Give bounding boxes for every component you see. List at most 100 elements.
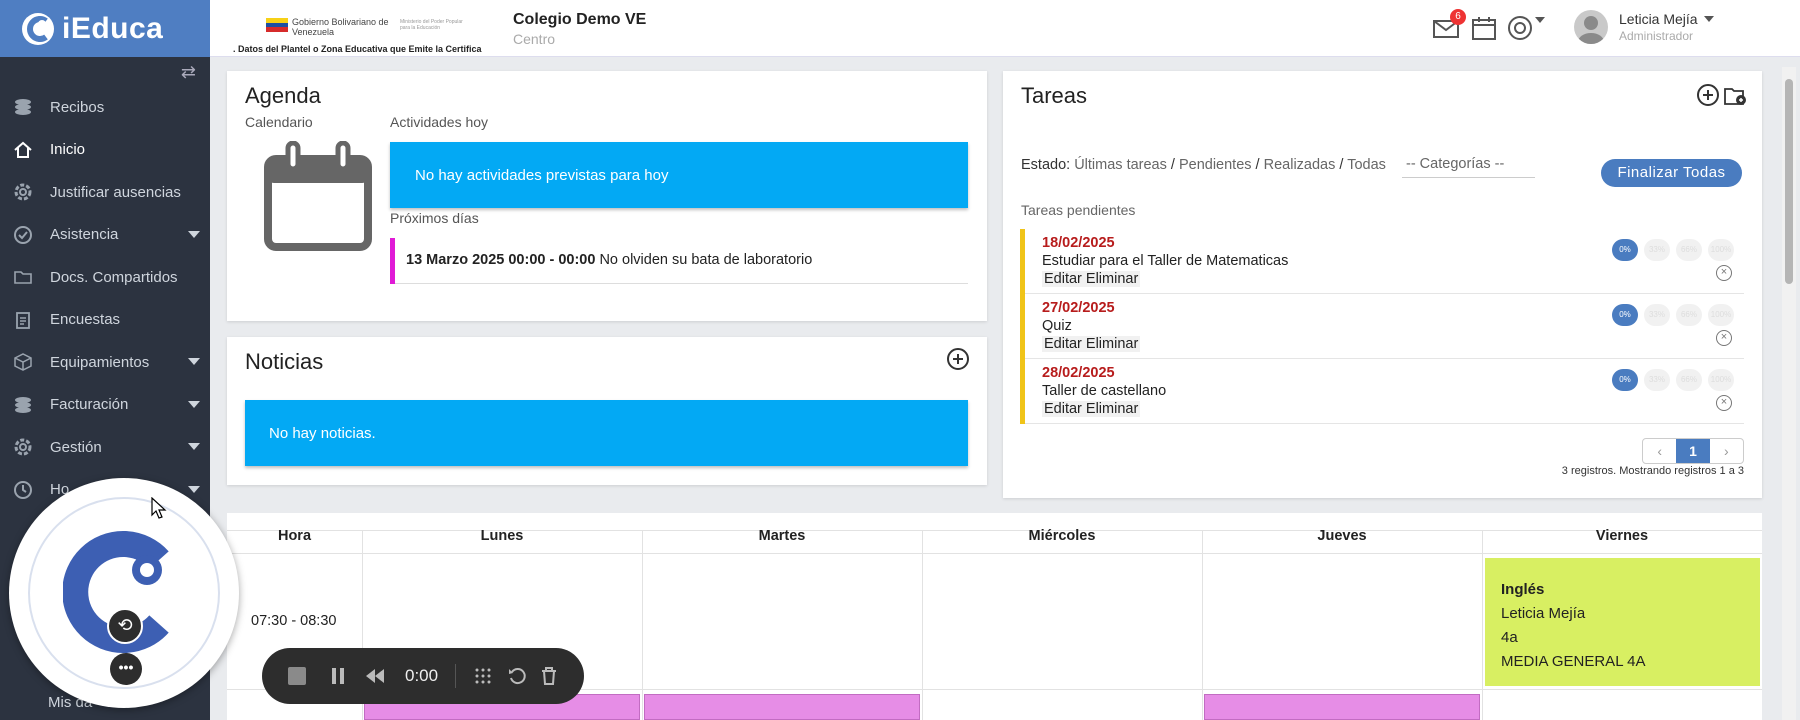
progress-100-button[interactable]: 100% — [1708, 369, 1734, 391]
sidebar-item-justificar-ausencias[interactable]: Justificar ausencias — [0, 171, 210, 214]
recording-time: 0:00 — [405, 666, 439, 685]
more-options-icon[interactable]: ••• — [110, 653, 142, 685]
user-name[interactable]: Leticia Mejía — [1619, 11, 1698, 27]
restart-icon[interactable] — [507, 666, 527, 686]
page-scrollbar[interactable] — [1782, 67, 1796, 720]
today-activities-label: Actividades hoy — [390, 114, 489, 130]
sidebar-item-encuestas[interactable]: Encuestas — [0, 299, 210, 342]
remove-task-icon[interactable]: × — [1716, 265, 1732, 281]
progress-100-button[interactable]: 100% — [1708, 304, 1734, 326]
sidebar-item-label: Inicio — [50, 141, 86, 159]
toolbar-divider — [455, 664, 456, 688]
sidebar-item-docs-compartidos[interactable]: Docs. Compartidos — [0, 256, 210, 299]
no-news-text: No hay noticias. — [269, 424, 376, 442]
next-page-button[interactable]: › — [1710, 439, 1743, 463]
filter-pending[interactable]: Pendientes — [1179, 157, 1252, 173]
task-color-bar — [1020, 229, 1025, 294]
add-task-icon[interactable] — [1697, 84, 1719, 106]
event-color-bar — [390, 238, 395, 284]
calendar-icon[interactable] — [264, 141, 372, 251]
ieduca-logo-icon — [22, 12, 54, 45]
pagination: ‹ 1 › — [1642, 438, 1744, 464]
col-hora: Hora — [277, 528, 312, 544]
class-card-tuesday[interactable] — [644, 694, 920, 720]
progress-33-button[interactable]: 33% — [1644, 369, 1670, 391]
progress-0-button[interactable]: 0% — [1612, 304, 1638, 326]
category-select[interactable]: -- Categorías -- — [1402, 156, 1535, 178]
gov-subtitle: . Datos del Plantel o Zona Educativa que… — [233, 44, 482, 54]
task-row: 18/02/2025 Estudiar para el Taller de Ma… — [1020, 229, 1744, 294]
class-card-thursday[interactable] — [1204, 694, 1480, 720]
task-title: Taller de castellano — [1042, 383, 1167, 399]
sidebar-item-recibos[interactable]: Recibos — [0, 86, 210, 129]
calendar-label: Calendario — [245, 114, 313, 130]
task-edit-delete-links[interactable]: Editar Eliminar — [1042, 336, 1141, 352]
avatar[interactable] — [1574, 10, 1608, 44]
stop-icon[interactable] — [288, 667, 306, 685]
rewind-icon[interactable] — [364, 666, 386, 686]
venezuela-flag-icon — [266, 18, 288, 32]
filter-done[interactable]: Realizadas — [1264, 157, 1336, 173]
class-card-friday[interactable]: Inglés Leticia Mejía 4a MEDIA GENERAL 4A — [1485, 558, 1760, 686]
sidebar-item-gestion[interactable]: Gestión — [0, 426, 210, 469]
help-caret-icon[interactable] — [1535, 17, 1545, 23]
progress-66-button[interactable]: 66% — [1676, 369, 1702, 391]
trash-icon[interactable] — [540, 666, 558, 686]
progress-0-button[interactable]: 0% — [1612, 239, 1638, 261]
pending-tasks-label: Tareas pendientes — [1021, 202, 1136, 218]
progress-66-button[interactable]: 66% — [1676, 239, 1702, 261]
grid-icon[interactable] — [474, 666, 492, 686]
task-row: 27/02/2025 Quiz Editar Eliminar 0% 33% 6… — [1020, 294, 1744, 359]
time-slot: 07:30 - 08:30 — [251, 613, 337, 629]
progress-0-button[interactable]: 0% — [1612, 369, 1638, 391]
scrollbar-thumb[interactable] — [1785, 79, 1793, 284]
col-miercoles: Miércoles — [1028, 528, 1096, 544]
filter-all[interactable]: Todas — [1347, 157, 1386, 173]
page-number[interactable]: 1 — [1676, 439, 1710, 463]
upcoming-event[interactable]: 13 Marzo 2025 00:00 - 00:00 No olviden s… — [390, 238, 968, 284]
chevron-down-icon — [188, 230, 200, 238]
pause-icon[interactable] — [330, 666, 346, 686]
progress-66-button[interactable]: 66% — [1676, 304, 1702, 326]
task-edit-delete-links[interactable]: Editar Eliminar — [1042, 271, 1141, 287]
chevron-down-icon — [188, 358, 200, 365]
sidebar-item-asistencia[interactable]: Asistencia — [0, 214, 210, 257]
sidebar-item-label: Equipamientos — [50, 353, 150, 371]
collapse-sidebar-icon[interactable]: ⇄ — [181, 62, 196, 83]
brand-logo[interactable]: iEduca — [0, 0, 210, 57]
col-divider — [1482, 530, 1483, 720]
finalize-all-button[interactable]: Finalizar Todas — [1601, 159, 1742, 187]
user-menu-caret-icon[interactable] — [1704, 16, 1714, 22]
recorder-widget[interactable]: ⟲ ••• — [9, 478, 239, 708]
progress-33-button[interactable]: 33% — [1644, 239, 1670, 261]
sidebar-item-facturacion[interactable]: Facturación — [0, 384, 210, 427]
prev-page-button[interactable]: ‹ — [1643, 439, 1676, 463]
progress-33-button[interactable]: 33% — [1644, 304, 1670, 326]
add-category-folder-icon[interactable] — [1723, 85, 1747, 107]
switch-camera-icon[interactable]: ⟲ — [107, 608, 143, 644]
calendar-icon[interactable] — [1470, 14, 1498, 42]
event-date: 13 Marzo 2025 00:00 - 00:00 — [406, 252, 596, 268]
news-title: Noticias — [245, 349, 324, 374]
remove-task-icon[interactable]: × — [1716, 395, 1732, 411]
header-divider — [227, 553, 1762, 554]
remove-task-icon[interactable]: × — [1716, 330, 1732, 346]
filter-latest[interactable]: Últimas tareas — [1074, 157, 1167, 173]
folder-icon — [12, 266, 34, 288]
col-divider — [642, 530, 643, 720]
coins-icon — [12, 96, 34, 118]
task-title: Quiz — [1042, 318, 1072, 334]
agenda-title: Agenda — [245, 83, 321, 108]
no-news-box: No hay noticias. — [245, 400, 968, 466]
sidebar-item-equipamientos[interactable]: Equipamientos — [0, 341, 210, 384]
task-edit-delete-links[interactable]: Editar Eliminar — [1042, 401, 1141, 417]
progress-100-button[interactable]: 100% — [1708, 239, 1734, 261]
help-lifebuoy-icon[interactable] — [1506, 14, 1534, 42]
add-news-icon[interactable] — [947, 348, 969, 370]
sidebar-item-inicio[interactable]: Inicio — [0, 129, 210, 172]
next-days-label: Próximos días — [390, 210, 479, 226]
event-text: 13 Marzo 2025 00:00 - 00:00 No olviden s… — [406, 252, 812, 268]
class-teacher: Leticia Mejía — [1501, 605, 1586, 622]
no-activities-box: No hay actividades previstas para hoy — [390, 142, 968, 208]
school-name[interactable]: Colegio Demo VE — [513, 11, 646, 29]
